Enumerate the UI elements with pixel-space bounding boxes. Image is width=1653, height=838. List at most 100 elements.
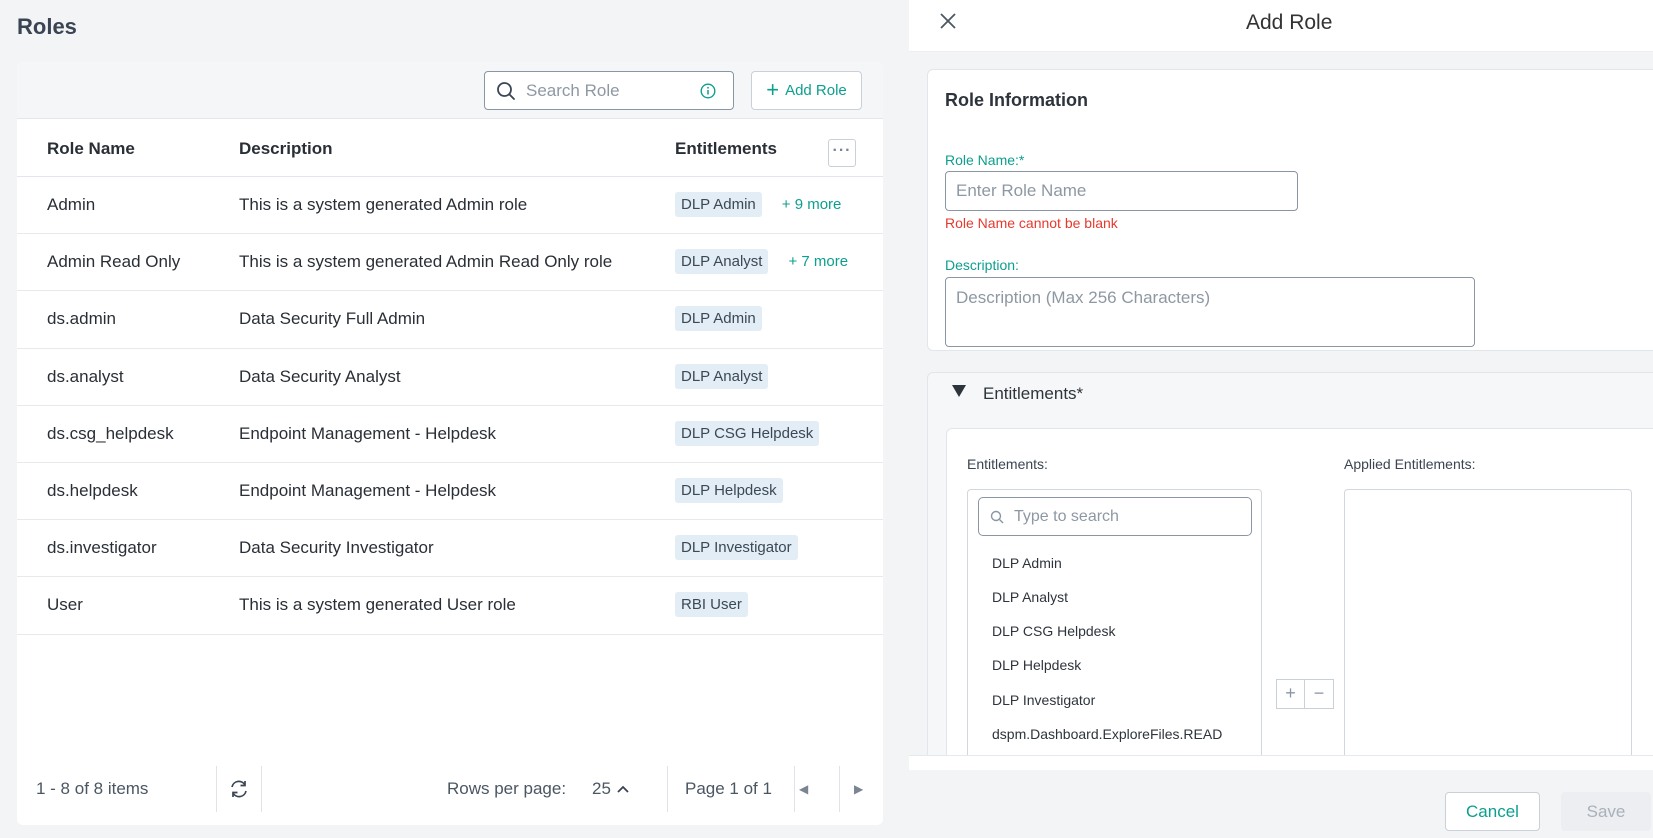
entitlements-cell: DLP CSG Helpdesk bbox=[675, 420, 820, 446]
entitlement-tag: DLP Investigator bbox=[675, 535, 798, 561]
entitlements-section: Entitlements* Entitlements: Applied Enti… bbox=[927, 372, 1653, 755]
triangle-down-icon bbox=[952, 385, 966, 397]
entitlement-option[interactable]: DLP Analyst bbox=[992, 589, 1068, 605]
entitlement-option[interactable]: DLP CSG Helpdesk bbox=[992, 623, 1115, 639]
items-count: 1 - 8 of 8 items bbox=[36, 779, 149, 798]
entitlement-tag: DLP Analyst bbox=[675, 249, 769, 275]
chevron-up-icon bbox=[617, 785, 629, 793]
role-name-cell: User bbox=[47, 595, 83, 615]
entitlement-tag: DLP CSG Helpdesk bbox=[675, 420, 820, 446]
more-entitlements-link[interactable]: + 7 more bbox=[788, 253, 848, 270]
role-description-cell: Endpoint Management - Helpdesk bbox=[239, 480, 497, 500]
entitlements-heading: Entitlements* bbox=[983, 384, 1084, 403]
add-role-drawer: Add Role Role Information Role Name:* Ro… bbox=[909, 0, 1653, 838]
drawer-header: Add Role bbox=[909, 0, 1653, 52]
entitlement-tag: DLP Admin bbox=[675, 306, 762, 332]
search-icon bbox=[497, 81, 515, 100]
entitlement-option[interactable]: DLP Investigator bbox=[992, 692, 1095, 708]
page-indicator: Page 1 of 1 bbox=[685, 779, 772, 798]
entitlements-cell: DLP Analyst + 7 more bbox=[675, 249, 848, 275]
column-options-button[interactable]: ··· bbox=[828, 139, 856, 167]
table-row[interactable]: Admin Read Only This is a system generat… bbox=[17, 234, 883, 292]
role-name-cell: ds.admin bbox=[47, 309, 116, 329]
entitlement-search-box[interactable] bbox=[978, 497, 1252, 536]
role-name-cell: ds.helpdesk bbox=[47, 480, 138, 500]
role-description-cell: Endpoint Management - Helpdesk bbox=[239, 423, 497, 443]
entitlement-tag: DLP Helpdesk bbox=[675, 477, 783, 503]
description-input[interactable] bbox=[945, 277, 1475, 347]
entitlements-picker: Entitlements: Applied Entitlements: DLP … bbox=[946, 428, 1653, 755]
entitlement-tag: DLP Admin bbox=[675, 192, 762, 217]
header-description[interactable]: Description bbox=[239, 139, 333, 159]
table-row[interactable]: ds.admin Data Security Full Admin DLP Ad… bbox=[17, 291, 883, 349]
entitlement-option[interactable]: dspm.Dashboard.ExploreFiles.READ bbox=[992, 726, 1222, 742]
toolbar: + Add Role bbox=[17, 62, 883, 119]
role-name-cell: ds.analyst bbox=[47, 366, 124, 386]
search-role-input[interactable] bbox=[526, 80, 696, 101]
chevron-left-icon[interactable]: ◀ bbox=[799, 782, 808, 796]
close-icon[interactable] bbox=[937, 10, 959, 32]
entitlement-tag: DLP Analyst bbox=[675, 363, 769, 389]
description-label: Description: bbox=[945, 257, 1019, 273]
applied-entitlements-label: Applied Entitlements: bbox=[1344, 456, 1476, 472]
chevron-right-icon[interactable]: ▶ bbox=[854, 782, 863, 796]
available-entitlements-list: DLP Admin DLP Analyst DLP CSG Helpdesk D… bbox=[967, 489, 1262, 755]
remove-entitlement-button[interactable]: − bbox=[1305, 679, 1334, 709]
save-button[interactable]: Save bbox=[1561, 792, 1651, 831]
role-description-cell: This is a system generated User role bbox=[239, 595, 516, 615]
available-entitlements-label: Entitlements: bbox=[967, 456, 1048, 472]
entitlements-cell: DLP Admin bbox=[675, 306, 762, 332]
add-remove-controls: + − bbox=[1276, 679, 1334, 709]
entitlements-cell: DLP Investigator bbox=[675, 535, 798, 561]
entitlements-cell: DLP Helpdesk bbox=[675, 477, 783, 503]
divider bbox=[261, 766, 262, 812]
rows-per-page-select[interactable]: 25 bbox=[592, 779, 629, 799]
role-description-cell: This is a system generated Admin role bbox=[239, 195, 528, 214]
entitlement-option[interactable]: DLP Admin bbox=[992, 555, 1062, 571]
roles-panel: Roles + Add Role Role Name Description E… bbox=[0, 0, 909, 838]
drawer-footer: Cancel Save bbox=[909, 755, 1653, 838]
entitlement-search-input[interactable] bbox=[1014, 507, 1234, 526]
role-description-cell: Data Security Investigator bbox=[239, 538, 434, 558]
table-header: Role Name Description Entitlements ··· bbox=[17, 119, 883, 177]
entitlement-option[interactable]: DLP Helpdesk bbox=[992, 657, 1081, 673]
role-name-cell: Admin bbox=[47, 195, 96, 214]
search-role-box[interactable] bbox=[484, 71, 734, 110]
footer-strip bbox=[909, 756, 1653, 770]
divider bbox=[667, 766, 668, 812]
role-information-card: Role Information Role Name:* Role Name c… bbox=[927, 69, 1653, 351]
role-description-cell: Data Security Full Admin bbox=[239, 309, 426, 329]
plus-icon: + bbox=[766, 76, 780, 102]
more-entitlements-link[interactable]: + 9 more bbox=[782, 196, 842, 213]
table-row[interactable]: Admin This is a system generated Admin r… bbox=[17, 177, 883, 235]
role-name-input[interactable] bbox=[945, 171, 1298, 211]
table-row[interactable]: User This is a system generated User rol… bbox=[17, 577, 883, 635]
refresh-icon[interactable] bbox=[228, 778, 250, 800]
role-name-cell: Admin Read Only bbox=[47, 252, 181, 272]
header-role-name[interactable]: Role Name bbox=[47, 139, 135, 159]
role-description-cell: This is a system generated Admin Read On… bbox=[239, 252, 613, 272]
table-row[interactable]: ds.analyst Data Security Analyst DLP Ana… bbox=[17, 349, 883, 406]
table-footer: 1 - 8 of 8 items Rows per page: 25 Page … bbox=[17, 752, 883, 825]
entitlements-cell: DLP Admin + 9 more bbox=[675, 192, 841, 217]
table-row[interactable]: ds.csg_helpdesk Endpoint Management - He… bbox=[17, 406, 883, 463]
rows-per-page-value: 25 bbox=[592, 779, 611, 798]
add-role-label: Add Role bbox=[785, 82, 847, 99]
role-name-label: Role Name:* bbox=[945, 152, 1025, 168]
search-icon bbox=[990, 510, 1004, 523]
entitlements-cell: RBI User bbox=[675, 592, 748, 618]
drawer-title: Add Role bbox=[1246, 11, 1333, 34]
info-icon[interactable] bbox=[700, 82, 716, 99]
cancel-button[interactable]: Cancel bbox=[1445, 792, 1540, 831]
add-role-button[interactable]: + Add Role bbox=[751, 71, 862, 110]
entitlements-toggle[interactable]: Entitlements* bbox=[928, 373, 1653, 413]
role-information-heading: Role Information bbox=[945, 90, 1088, 110]
add-entitlement-button[interactable]: + bbox=[1276, 679, 1305, 709]
page-title: Roles bbox=[17, 14, 77, 39]
roles-card: + Add Role Role Name Description Entitle… bbox=[17, 62, 883, 825]
table-row[interactable]: ds.helpdesk Endpoint Management - Helpde… bbox=[17, 463, 883, 521]
header-entitlements[interactable]: Entitlements bbox=[675, 139, 777, 159]
table-row[interactable]: ds.investigator Data Security Investigat… bbox=[17, 520, 883, 578]
divider bbox=[794, 766, 795, 812]
role-name-cell: ds.investigator bbox=[47, 538, 157, 558]
